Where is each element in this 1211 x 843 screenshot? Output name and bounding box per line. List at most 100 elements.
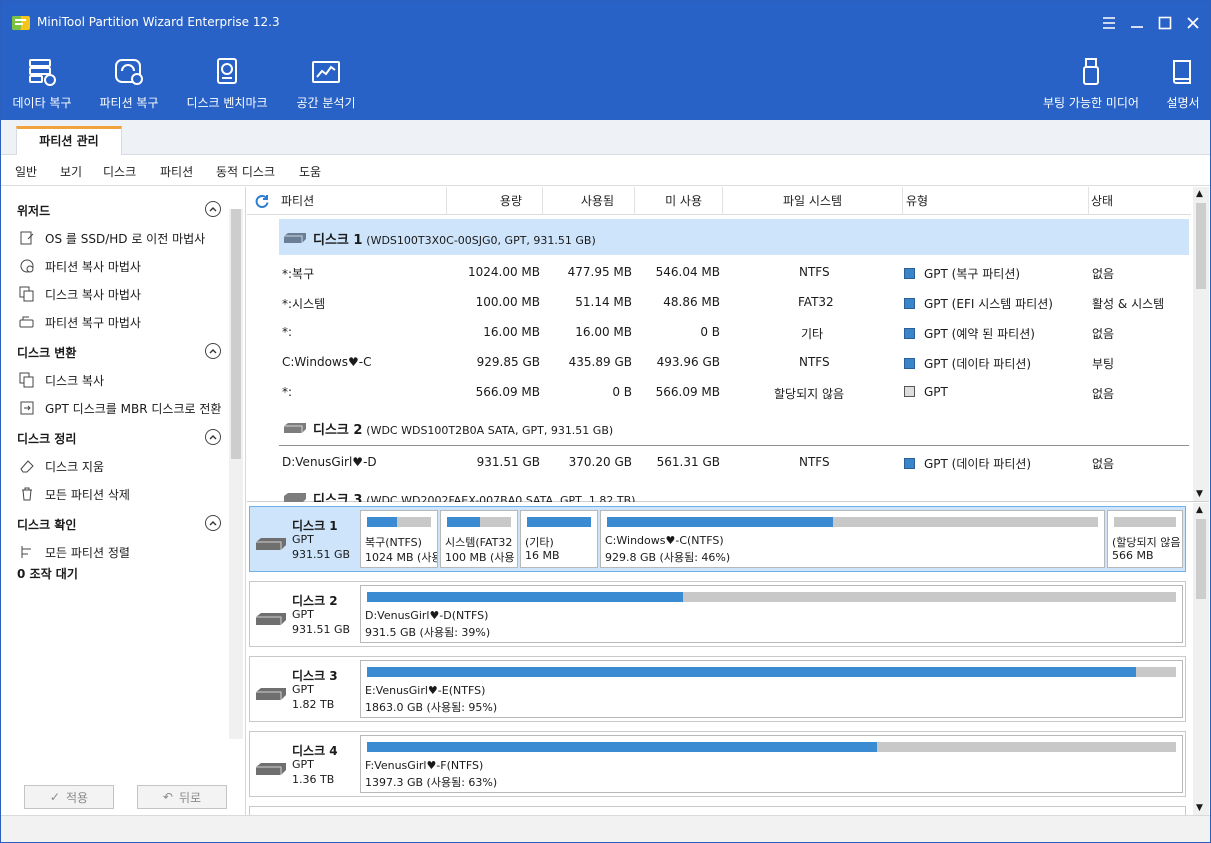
header-partition[interactable]: 파티션 — [281, 187, 447, 215]
partition-block[interactable]: 시스템(FAT32 100 MB (사용 — [440, 510, 518, 568]
wizard-collapse-icon[interactable] — [205, 201, 221, 217]
disk-map-card-1[interactable]: 디스크 1 GPT 931.51 GB 복구(NTFS) 1024 MB (사용… — [249, 506, 1186, 572]
partition-block-unallocated[interactable]: (할당되지 않음 566 MB — [1107, 510, 1183, 568]
manual-button[interactable]: 설명서 — [1159, 53, 1207, 113]
partition-type: GPT (복구 파티션) — [924, 267, 1021, 281]
data-recovery-button[interactable]: 데이타 복구 — [7, 53, 77, 113]
table-row[interactable]: *:시스템 100.00 MB 51.14 MB 48.86 MB FAT32 … — [279, 287, 1189, 317]
table-scroll-thumb[interactable] — [1196, 203, 1206, 289]
partition-unused: 493.96 GB — [656, 355, 720, 369]
partition-block[interactable]: D:VenusGirl♥-D(NTFS) 931.5 GB (사용됨: 39%) — [360, 585, 1183, 643]
partition-block[interactable]: (기타) 16 MB — [520, 510, 598, 568]
table-row[interactable]: *:복구 1024.00 MB 477.95 MB 546.04 MB NTFS… — [279, 257, 1189, 287]
disk-map-scroll-thumb[interactable] — [1196, 519, 1206, 599]
partition-block-info: 931.5 GB (사용됨: 39%) — [365, 626, 491, 639]
scroll-up-icon[interactable]: ▲ — [1196, 189, 1203, 199]
header-status[interactable]: 상태 — [1089, 187, 1191, 215]
left-panel-scroll-thumb[interactable] — [231, 209, 241, 459]
partition-block-info: 1397.3 GB (사용됨: 63%) — [365, 776, 498, 789]
partition-recovery-wizard-item[interactable]: 파티션 복구 마법사 — [19, 313, 141, 331]
disk-map-card-3[interactable]: 디스크 3 GPT 1.82 TB E:VenusGirl♥-E(NTFS) 1… — [249, 656, 1186, 722]
table-scrollbar[interactable]: ▲ ▼ — [1193, 187, 1209, 501]
scroll-down-icon[interactable]: ▼ — [1196, 489, 1203, 499]
header-unused[interactable]: 미 사용 — [635, 187, 723, 215]
check-collapse-icon[interactable] — [205, 515, 221, 531]
header-used[interactable]: 사용됨 — [543, 187, 635, 215]
disk-map-card-2[interactable]: 디스크 2 GPT 931.51 GB D:VenusGirl♥-D(NTFS)… — [249, 581, 1186, 647]
undo-button[interactable]: ↶ 뒤로 — [137, 785, 227, 809]
menu-general[interactable]: 일반 — [15, 163, 37, 180]
disk-map-card-5[interactable] — [249, 806, 1186, 815]
menu-dynamic-disk[interactable]: 동적 디스크 — [216, 163, 275, 180]
disk-map-scrollbar[interactable]: ▲ ▼ — [1193, 503, 1209, 815]
undo-label: 뒤로 — [178, 790, 202, 805]
bootable-media-label: 부팅 가능한 미디어 — [1043, 96, 1139, 110]
delete-all-partitions-label: 모든 파티션 삭제 — [45, 487, 130, 502]
copy-disk-wizard-item[interactable]: 디스크 복사 마법사 — [19, 285, 141, 303]
scroll-up-icon[interactable]: ▲ — [1196, 505, 1203, 515]
partition-capacity: 100.00 MB — [475, 295, 540, 309]
partition-block[interactable]: E:VenusGirl♥-E(NTFS) 1863.0 GB (사용됨: 95%… — [360, 660, 1183, 718]
header-capacity[interactable]: 용량 — [447, 187, 543, 215]
partition-type: GPT (데이타 파티션) — [924, 457, 1032, 471]
partition-block-info: 100 MB (사용 — [445, 551, 515, 564]
clean-collapse-icon[interactable] — [205, 429, 221, 445]
hard-disk-icon — [256, 613, 286, 625]
partition-block[interactable]: F:VenusGirl♥-F(NTFS) 1397.3 GB (사용됨: 63%… — [360, 735, 1183, 793]
align-all-partitions-item[interactable]: 모든 파티션 정렬 — [19, 543, 130, 561]
header-type[interactable]: 유형 — [903, 187, 1089, 215]
disk-2-row[interactable]: 디스크 2 (WDC WDS100T2B0A SATA, GPT, 931.51… — [279, 409, 1189, 445]
usage-bar-fill — [367, 742, 877, 752]
partition-recovery-button[interactable]: 파티션 복구 — [93, 53, 165, 113]
disk-name: 디스크 1 — [292, 519, 338, 533]
menu-help[interactable]: 도움 — [299, 163, 321, 180]
menu-view[interactable]: 보기 — [60, 163, 82, 180]
table-row[interactable]: C:Windows♥-C 929.85 GB 435.89 GB 493.96 … — [279, 347, 1189, 377]
disk-benchmark-button[interactable]: 디스크 벤치마크 — [181, 53, 273, 113]
space-analyzer-button[interactable]: 공간 분석기 — [291, 53, 361, 113]
partition-status: 없음 — [1092, 387, 1115, 401]
partition-block[interactable]: 복구(NTFS) 1024 MB (사용됨 — [360, 510, 438, 568]
menu-disk[interactable]: 디스크 — [103, 163, 136, 180]
menu-icon[interactable] — [1099, 13, 1119, 33]
toolbar-area: MiniTool Partition Wizard Enterprise 12.… — [1, 1, 1210, 120]
partition-used: 0 B — [612, 385, 632, 399]
convert-collapse-icon[interactable] — [205, 343, 221, 359]
disk-1-name: 디스크 1 — [313, 233, 363, 248]
migrate-os-icon — [20, 231, 34, 245]
partition-block[interactable]: C:Windows♥-C(NTFS) 929.8 GB (사용됨: 46%) — [600, 510, 1105, 568]
partition-file-system: NTFS — [799, 265, 830, 279]
partition-block-name: (할당되지 않음 — [1112, 536, 1181, 549]
minimize-icon[interactable] — [1127, 13, 1147, 33]
refresh-icon[interactable] — [254, 193, 270, 209]
partition-unused: 48.86 MB — [663, 295, 720, 309]
header-file-system[interactable]: 파일 시스템 — [723, 187, 903, 215]
bootable-media-button[interactable]: 부팅 가능한 미디어 — [1037, 53, 1145, 113]
disk-map-card-4[interactable]: 디스크 4 GPT 1.36 TB F:VenusGirl♥-F(NTFS) 1… — [249, 731, 1186, 797]
partition-used: 477.95 MB — [567, 265, 632, 279]
delete-all-partitions-item[interactable]: 모든 파티션 삭제 — [19, 485, 130, 503]
apply-button[interactable]: ✓ 적용 — [24, 785, 114, 809]
disk-1-row[interactable]: 디스크 1 (WDS100T3X0C-00SJG0, GPT, 931.51 G… — [279, 219, 1189, 255]
menu-bar: 일반 보기 디스크 파티션 동적 디스크 도움 — [1, 155, 1210, 186]
close-icon[interactable] — [1183, 13, 1203, 33]
partition-file-system: NTFS — [799, 355, 830, 369]
tab-partition-management[interactable]: 파티션 관리 — [16, 126, 122, 156]
scroll-down-icon[interactable]: ▼ — [1196, 803, 1203, 813]
partition-block-name: D:VenusGirl♥-D(NTFS) — [365, 609, 489, 622]
disk-3-row[interactable]: 디스크 3 (WDC WD2002FAEX-007BA0 SATA, GPT, … — [279, 483, 1189, 502]
table-row[interactable]: D:VenusGirl♥-D 931.51 GB 370.20 GB 561.3… — [279, 447, 1189, 477]
usage-bar-fill — [367, 517, 398, 527]
maximize-icon[interactable] — [1155, 13, 1175, 33]
gpt-to-mbr-item[interactable]: GPT 디스크를 MBR 디스크로 전환 — [19, 399, 221, 417]
table-row[interactable]: *: 566.09 MB 0 B 566.09 MB 할당되지 않음 GPT 없… — [279, 377, 1189, 407]
copy-partition-wizard-item[interactable]: 파티션 복사 마법사 — [19, 257, 141, 275]
wipe-disk-item[interactable]: 디스크 지움 — [19, 457, 104, 475]
migrate-os-wizard-item[interactable]: OS 를 SSD/HD 로 이전 마법사 — [19, 229, 205, 247]
copy-disk-item[interactable]: 디스크 복사 — [19, 371, 104, 389]
partition-unused: 546.04 MB — [655, 265, 720, 279]
partition-block-name: C:Windows♥-C(NTFS) — [605, 534, 724, 547]
menu-partition[interactable]: 파티션 — [160, 163, 193, 180]
partition-name: C:Windows♥-C — [282, 355, 372, 369]
table-row[interactable]: *: 16.00 MB 16.00 MB 0 B 기타 GPT (예약 된 파티… — [279, 317, 1189, 347]
